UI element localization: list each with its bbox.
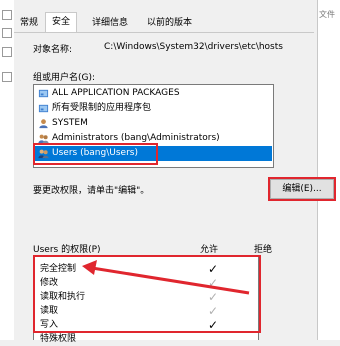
permission-row: 特殊权限 — [34, 332, 258, 346]
list-item-label: Administrators (bang\Administrators) — [52, 133, 220, 143]
background-checkbox — [2, 28, 12, 38]
tab-security[interactable]: 安全 — [45, 12, 78, 33]
group-icon — [38, 104, 49, 113]
permission-name: 读取和执行 — [40, 292, 86, 302]
permission-row: 读取和执行 ✓ — [34, 290, 258, 304]
change-permissions-hint: 要更改权限，请单击"编辑"。 — [33, 186, 150, 196]
list-item[interactable]: SYSTEM — [35, 116, 272, 131]
edit-button[interactable]: 编辑(E)... — [270, 179, 334, 199]
background-checkbox — [2, 47, 12, 57]
group-icon — [38, 89, 49, 98]
background-window-left — [0, 0, 15, 340]
user-icon — [39, 119, 48, 129]
permission-name: 读取 — [40, 306, 59, 316]
allow-check-icon: ✓ — [207, 290, 219, 304]
background-column-header: 文件 — [319, 10, 335, 19]
group-icon — [38, 134, 49, 144]
allow-check-icon: ✓ — [207, 318, 219, 332]
permission-row: 完全控制 ✓ — [34, 262, 258, 276]
allow-check-icon: ✓ — [207, 276, 219, 290]
list-item-label: SYSTEM — [52, 118, 88, 128]
background-checkbox — [2, 10, 12, 20]
permission-row: 修改 ✓ — [34, 276, 258, 290]
list-item-label: 所有受限制的应用程序包 — [52, 103, 152, 113]
allow-check-icon: ✓ — [207, 262, 219, 276]
list-item-label: ALL APPLICATION PACKAGES — [52, 88, 180, 98]
permission-name: 修改 — [40, 278, 59, 288]
permission-name: 完全控制 — [40, 264, 77, 274]
group-icon — [38, 149, 49, 159]
permission-row: 写入 ✓ — [34, 318, 258, 332]
tab-details[interactable]: 详细信息 — [86, 15, 134, 31]
list-item-label: Users (bang\Users) — [52, 148, 138, 158]
background-window-right — [317, 0, 340, 340]
permissions-list: 完全控制 ✓ 修改 ✓ 读取和执行 ✓ 读取 ✓ 写入 ✓ 特殊权限 — [33, 256, 259, 344]
permission-name: 特殊权限 — [40, 334, 77, 344]
permission-row: 读取 ✓ — [34, 304, 258, 318]
object-name-value: C:\Windows\System32\drivers\etc\hosts — [104, 42, 283, 52]
group-user-list[interactable]: ALL APPLICATION PACKAGES 所有受限制的应用程序包 SYS… — [33, 84, 274, 168]
deny-column-header: 拒绝 — [254, 245, 273, 255]
list-item[interactable]: 所有受限制的应用程序包 — [35, 101, 272, 116]
list-item[interactable]: Administrators (bang\Administrators) — [35, 131, 272, 146]
screenshot: 文件 常规 安全 详细信息 以前的版本 对象名称: C:\Windows\Sys… — [0, 0, 340, 344]
tab-panel-divider — [14, 32, 314, 33]
tab-general[interactable]: 常规 — [14, 15, 44, 31]
permissions-header: Users 的权限(P) — [33, 245, 101, 255]
list-item[interactable]: ALL APPLICATION PACKAGES — [35, 86, 272, 101]
groups-label: 组或用户名(G): — [33, 73, 96, 83]
background-checkbox — [2, 72, 12, 82]
tab-previous-versions[interactable]: 以前的版本 — [141, 15, 198, 31]
object-name-label: 对象名称: — [33, 45, 73, 55]
list-item-selected[interactable]: Users (bang\Users) — [35, 146, 272, 161]
allow-column-header: 允许 — [200, 245, 219, 255]
allow-check-icon: ✓ — [207, 304, 219, 318]
permission-name: 写入 — [40, 320, 59, 330]
